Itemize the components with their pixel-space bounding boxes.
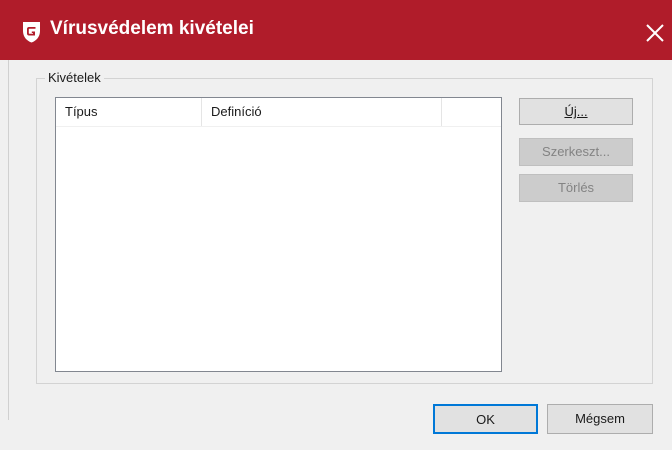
g-data-shield-icon (23, 22, 40, 43)
new-button-label: Új... (564, 104, 588, 119)
close-icon[interactable] (644, 22, 666, 44)
window-title: Vírusvédelem kivételei (50, 18, 254, 39)
window-border (8, 60, 9, 420)
exceptions-list[interactable]: Típus Definíció (55, 97, 502, 372)
exceptions-group-label: Kivételek (45, 70, 104, 85)
cancel-button[interactable]: Mégsem (547, 404, 653, 434)
delete-button[interactable]: Törlés (519, 174, 633, 202)
ok-button[interactable]: OK (433, 404, 538, 434)
edit-button[interactable]: Szerkeszt... (519, 138, 633, 166)
column-header-type[interactable]: Típus (56, 98, 202, 126)
column-header-definition[interactable]: Definíció (202, 98, 442, 126)
title-bar: Vírusvédelem kivételei (0, 0, 672, 60)
new-button[interactable]: Új... (519, 98, 633, 125)
header-divider (56, 126, 501, 127)
